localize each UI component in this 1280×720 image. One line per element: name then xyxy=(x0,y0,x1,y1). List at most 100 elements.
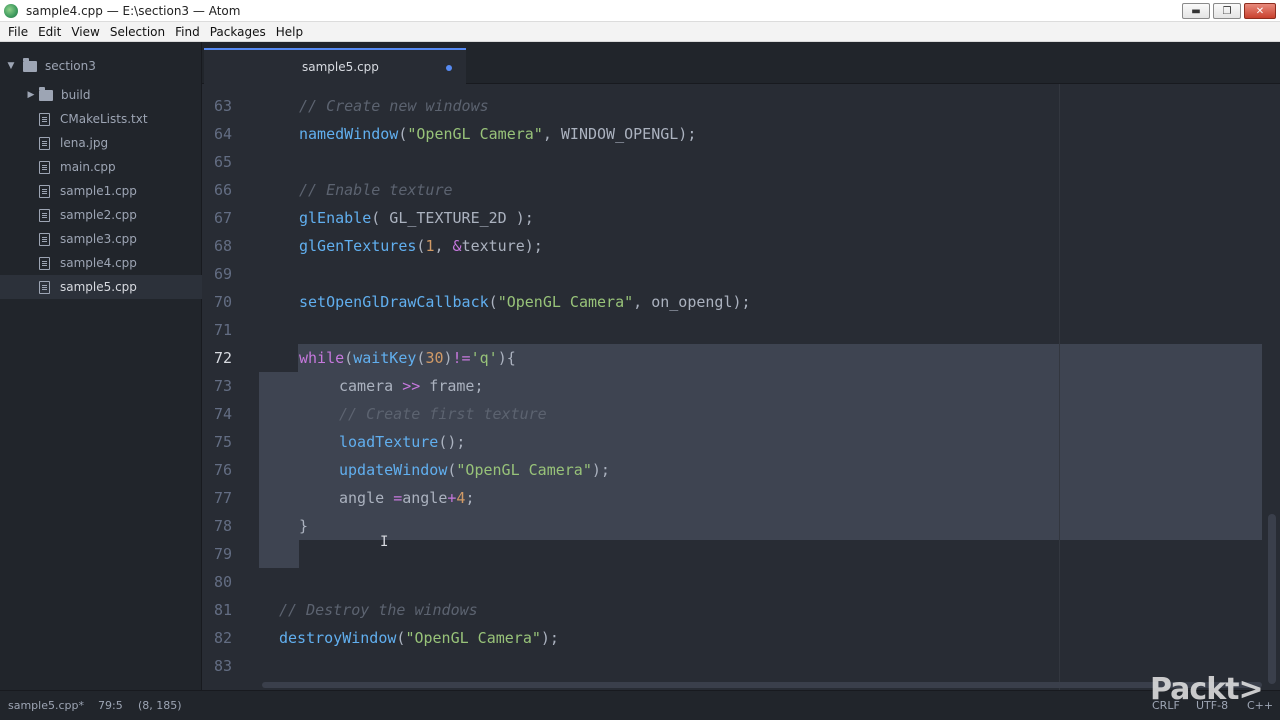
modified-dot-icon[interactable] xyxy=(446,65,452,71)
code-line[interactable]: glEnable( GL_TEXTURE_2D ); xyxy=(299,204,534,232)
maximize-button[interactable]: ❐ xyxy=(1213,3,1241,19)
title-bar: sample4.cpp — E:\section3 — Atom ▬ ❐ ✕ xyxy=(0,0,1280,22)
tree-item-build[interactable]: ▶ build xyxy=(0,83,202,107)
menu-help[interactable]: Help xyxy=(271,25,308,39)
line-number[interactable]: 69 xyxy=(202,260,232,288)
menu-edit[interactable]: Edit xyxy=(33,25,66,39)
tab-bar: sample5.cpp xyxy=(202,42,1280,84)
tree-item-cmakelists[interactable]: CMakeLists.txt xyxy=(0,107,202,131)
code-editor[interactable]: 63 64 65 66 67 68 69 70 71 72 73 74 75 76 77 78 79 80 81 82… xyxy=(202,84,1280,690)
line-number[interactable]: 65 xyxy=(202,148,232,176)
line-number[interactable]: 77 xyxy=(202,484,232,512)
code-line[interactable]: // Destroy the windows xyxy=(279,596,478,624)
code-line[interactable]: glGenTextures(1, &texture); xyxy=(299,232,543,260)
close-button[interactable]: ✕ xyxy=(1244,3,1276,19)
line-number[interactable]: 82 xyxy=(202,624,232,652)
code-token: updateWindow xyxy=(339,461,448,479)
menu-view[interactable]: View xyxy=(66,25,104,39)
code-line[interactable]: destroyWindow("OpenGL Camera"); xyxy=(279,624,559,652)
line-number[interactable]: 73 xyxy=(202,372,232,400)
code-line[interactable]: // Create new windows xyxy=(299,92,489,120)
line-number[interactable]: 81 xyxy=(202,596,232,624)
line-number[interactable]: 67 xyxy=(202,204,232,232)
code-line[interactable]: // Enable texture xyxy=(299,176,453,204)
folder-icon xyxy=(23,57,37,72)
chevron-right-icon: ▶ xyxy=(27,90,35,100)
file-text-icon xyxy=(39,184,50,198)
code-token: loadTexture xyxy=(339,433,439,451)
code-token: = xyxy=(393,489,403,507)
tree-item-label: sample3.cpp xyxy=(60,232,137,246)
atom-app-icon xyxy=(4,3,18,18)
menu-bar: File Edit View Selection Find Packages H… xyxy=(0,22,1280,42)
tree-item-sample5[interactable]: sample5.cpp xyxy=(0,275,202,299)
line-number[interactable]: 71 xyxy=(202,316,232,344)
code-token: "OpenGL Camera" xyxy=(407,125,543,143)
tree-item-label: sample5.cpp xyxy=(60,280,137,294)
code-token: angle xyxy=(339,489,394,507)
code-line[interactable]: namedWindow("OpenGL Camera", WINDOW_OPEN… xyxy=(299,120,696,148)
tree-item-label: sample4.cpp xyxy=(60,256,137,270)
code-line[interactable]: camera >> frame; xyxy=(339,372,484,400)
code-line[interactable]: while(waitKey(30)!='q'){ xyxy=(299,344,516,372)
horizontal-scrollbar[interactable] xyxy=(262,682,1262,688)
code-line[interactable]: } xyxy=(299,512,308,540)
code-token: ) xyxy=(443,349,453,367)
status-file-path[interactable]: sample5.cpp* xyxy=(8,699,84,712)
code-token: texture); xyxy=(461,237,543,255)
code-line[interactable]: angle =angle+4; xyxy=(339,484,474,512)
code-token: // Create first texture xyxy=(339,405,547,423)
tree-item-lena[interactable]: lena.jpg xyxy=(0,131,202,155)
line-number[interactable]: 68 xyxy=(202,232,232,260)
line-number[interactable]: 75 xyxy=(202,428,232,456)
code-token: namedWindow xyxy=(299,125,399,143)
file-text-icon xyxy=(39,160,50,174)
tree-item-sample1[interactable]: sample1.cpp xyxy=(0,179,202,203)
folder-icon xyxy=(39,86,53,101)
line-number[interactable]: 83 xyxy=(202,652,232,680)
menu-find[interactable]: Find xyxy=(170,25,205,39)
menu-file[interactable]: File xyxy=(3,25,33,39)
code-token: 'q' xyxy=(470,349,498,367)
line-number[interactable]: 79 xyxy=(202,540,232,568)
file-text-icon xyxy=(39,280,50,294)
line-number[interactable]: 72 xyxy=(202,344,232,372)
file-text-icon xyxy=(39,136,50,150)
tree-item-sample3[interactable]: sample3.cpp xyxy=(0,227,202,251)
tree-item-main[interactable]: main.cpp xyxy=(0,155,202,179)
line-number[interactable]: 76 xyxy=(202,456,232,484)
tree-item-label: sample2.cpp xyxy=(60,208,137,222)
line-number[interactable]: 63 xyxy=(202,92,232,120)
code-token: ){ xyxy=(497,349,516,367)
tree-root-section3[interactable]: ▼ section3 xyxy=(0,54,202,78)
tree-item-sample2[interactable]: sample2.cpp xyxy=(0,203,202,227)
code-token: , WINDOW_OPENGL); xyxy=(542,125,697,143)
code-line[interactable]: // Create first texture xyxy=(339,400,547,428)
line-number[interactable]: 66 xyxy=(202,176,232,204)
line-number[interactable]: 70 xyxy=(202,288,232,316)
line-number[interactable]: 78 xyxy=(202,512,232,540)
code-token: "OpenGL Camera" xyxy=(497,293,634,311)
tree-item-label: lena.jpg xyxy=(60,136,109,150)
line-number[interactable]: 64 xyxy=(202,120,232,148)
code-token: != xyxy=(452,349,471,367)
menu-selection[interactable]: Selection xyxy=(105,25,170,39)
code-token: (); xyxy=(438,433,466,451)
code-token: ( xyxy=(488,293,498,311)
code-line[interactable]: loadTexture(); xyxy=(339,428,465,456)
tab-sample5[interactable]: sample5.cpp xyxy=(204,48,466,84)
tree-view: ▼ section3 ▶ build CMakeLists.txt lena.j… xyxy=(0,42,202,690)
line-number[interactable]: 80 xyxy=(202,568,232,596)
menu-packages[interactable]: Packages xyxy=(205,25,271,39)
vertical-scrollbar[interactable] xyxy=(1268,514,1276,684)
code-line[interactable]: setOpenGlDrawCallback("OpenGL Camera", o… xyxy=(299,288,751,316)
tree-item-label: CMakeLists.txt xyxy=(60,112,148,126)
file-text-icon xyxy=(39,256,50,270)
code-line[interactable]: updateWindow("OpenGL Camera"); xyxy=(339,456,610,484)
line-number[interactable]: 74 xyxy=(202,400,232,428)
status-cursor-position[interactable]: 79:5 xyxy=(98,699,123,712)
file-text-icon xyxy=(39,232,50,246)
status-bar: sample5.cpp* 79:5 (8, 185) CRLF UTF-8 C+… xyxy=(0,690,1280,720)
minimize-button[interactable]: ▬ xyxy=(1182,3,1210,19)
tree-item-sample4[interactable]: sample4.cpp xyxy=(0,251,202,275)
